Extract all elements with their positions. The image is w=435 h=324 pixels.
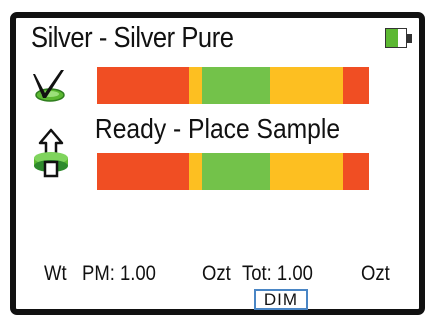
bar-segment-yellow	[189, 153, 202, 190]
bar-segment-red	[343, 153, 369, 190]
status-bar-bottom	[97, 153, 369, 190]
total-unit: Ozt	[361, 262, 390, 285]
bar-segment-red	[343, 67, 369, 104]
bar-segment-yellow	[189, 67, 202, 104]
bar-segment-red	[97, 153, 189, 190]
pm-unit: Ozt	[202, 262, 231, 285]
battery-fill	[386, 29, 398, 47]
bar-segment-yellow	[270, 153, 343, 190]
bar-segment-green	[202, 67, 270, 104]
dim-button[interactable]: DIM	[254, 289, 308, 310]
metal-title: Silver - Silver Pure	[31, 22, 234, 54]
bar-segment-yellow	[270, 67, 343, 104]
status-bar-top	[97, 67, 369, 104]
total-label: Tot: 1.00	[242, 262, 313, 285]
pm-label: PM: 1.00	[82, 262, 156, 285]
bar-segment-green	[202, 153, 270, 190]
bar-segment-red	[97, 67, 189, 104]
battery-icon	[385, 28, 412, 50]
battery-tip	[407, 34, 412, 43]
check-mark-icon	[33, 70, 65, 102]
status-message: Ready - Place Sample	[94, 113, 341, 144]
weight-label: Wt	[44, 262, 67, 285]
